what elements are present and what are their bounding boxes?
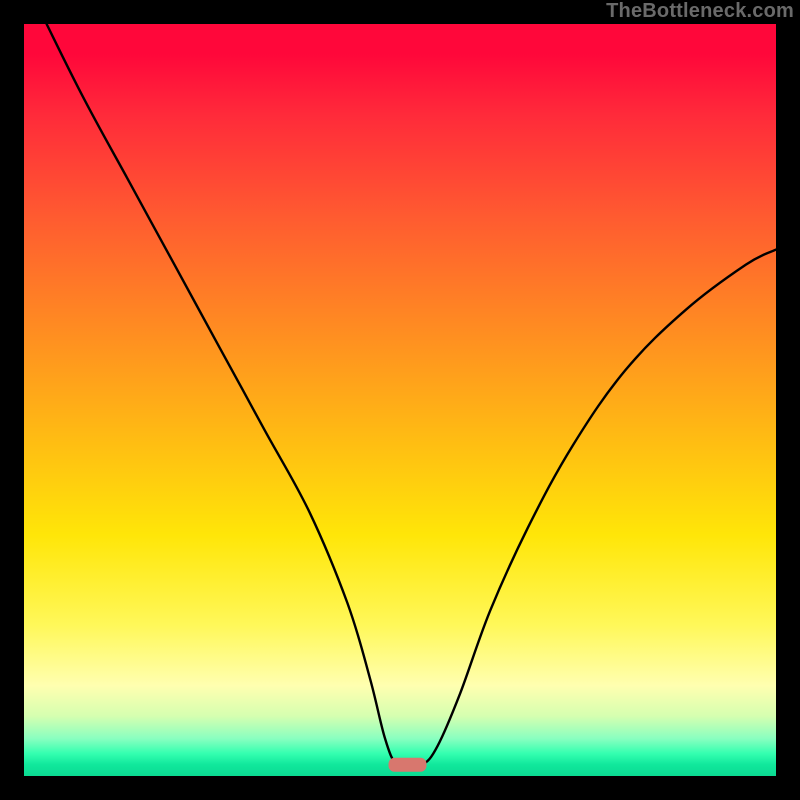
watermark-text: TheBottleneck.com: [606, 0, 794, 23]
chart-frame: TheBottleneck.com: [0, 0, 800, 800]
bottleneck-curve: [47, 24, 776, 767]
minimum-marker: [389, 758, 427, 772]
plot-area: [24, 24, 776, 776]
curve-layer: [24, 24, 776, 776]
